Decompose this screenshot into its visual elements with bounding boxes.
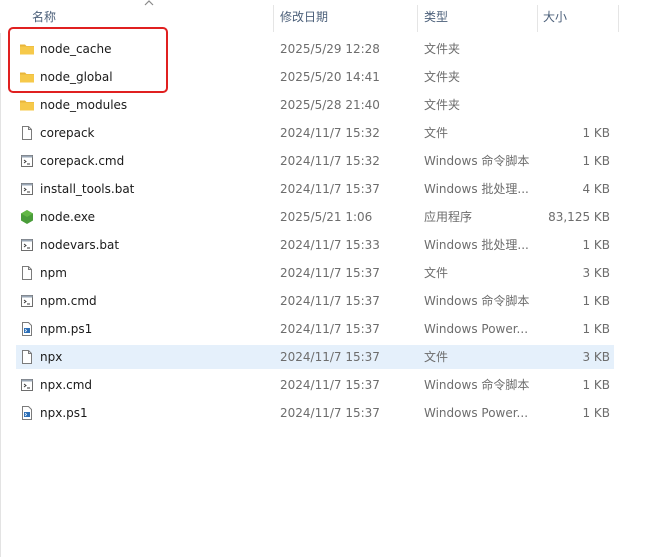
file-row[interactable]: npm.ps1 2024/11/7 15:37 Windows Power... 1 … — [16, 317, 614, 341]
file-type: Windows 命令脚本 — [424, 154, 530, 168]
file-modified-date: 2024/11/7 15:37 — [280, 266, 380, 280]
file-type: 文件 — [424, 126, 449, 140]
file-name: npx.cmd — [40, 378, 93, 392]
file-modified-date: 2024/11/7 15:33 — [280, 238, 380, 252]
file-name: npx — [40, 350, 63, 364]
file-row[interactable]: nodevars.bat 2024/11/7 15:33 Windows 批处理..… — [16, 233, 614, 257]
file-modified-date: 2024/11/7 15:32 — [280, 126, 380, 140]
file-name: npm.ps1 — [40, 322, 93, 336]
file-type: 文件 — [424, 350, 449, 364]
column-header-size[interactable]: 大小 — [538, 0, 618, 33]
file-size: 3 KB — [582, 266, 610, 280]
file-modified-date: 2024/11/7 15:37 — [280, 322, 380, 336]
file-modified-date: 2024/11/7 15:37 — [280, 406, 380, 420]
file-name: corepack — [40, 126, 95, 140]
powershell-icon — [19, 405, 35, 421]
file-size: 1 KB — [582, 294, 610, 308]
file-modified-date: 2025/5/21 1:06 — [280, 210, 373, 224]
file-row[interactable]: npm.cmd 2024/11/7 15:37 Windows 命令脚本 1 KB — [16, 289, 614, 313]
column-header-name[interactable]: 名称 — [1, 0, 272, 33]
file-row[interactable]: install_tools.bat 2024/11/7 15:37 Windows … — [16, 177, 614, 201]
script-icon — [19, 293, 35, 309]
column-divider[interactable] — [618, 5, 619, 32]
file-name: node_modules — [40, 98, 128, 112]
script-icon — [19, 153, 35, 169]
file-size: 1 KB — [582, 322, 610, 336]
file-type: Windows 批处理... — [424, 238, 529, 252]
file-type: 文件夹 — [424, 70, 461, 84]
file-modified-date: 2024/11/7 15:37 — [280, 350, 380, 364]
file-icon — [19, 125, 35, 141]
file-row[interactable]: node_cache 2025/5/29 12:28 文件夹 — [16, 37, 614, 61]
file-explorer-list-view: 名称 修改日期 类型 大小 node_cache 2025/5/29 12:28 文… — [0, 0, 647, 557]
file-size: 1 KB — [582, 238, 610, 252]
column-header-date[interactable]: 修改日期 — [274, 0, 416, 33]
file-modified-date: 2024/11/7 15:37 — [280, 378, 380, 392]
folder-icon — [19, 69, 35, 85]
file-type: 文件夹 — [424, 98, 461, 112]
file-type: Windows 批处理... — [424, 182, 529, 196]
file-size: 83,125 KB — [548, 210, 610, 224]
file-type: Windows 命令脚本 — [424, 378, 530, 392]
folder-icon — [19, 97, 35, 113]
column-header-bar: 名称 修改日期 类型 大小 — [0, 0, 647, 33]
file-row[interactable]: node_global 2025/5/20 14:41 文件夹 — [16, 65, 614, 89]
file-name: npm — [40, 266, 67, 280]
file-type: Windows 命令脚本 — [424, 294, 530, 308]
file-size: 4 KB — [582, 182, 610, 196]
file-type: 文件 — [424, 266, 449, 280]
file-modified-date: 2025/5/29 12:28 — [280, 42, 380, 56]
file-modified-date: 2025/5/28 21:40 — [280, 98, 380, 112]
file-type: Windows Power... — [424, 322, 529, 336]
left-border — [0, 0, 1, 557]
file-name: nodevars.bat — [40, 238, 120, 252]
file-row[interactable]: npx.ps1 2024/11/7 15:37 Windows Power... 1 … — [16, 401, 614, 425]
file-modified-date: 2025/5/20 14:41 — [280, 70, 380, 84]
file-name: node_cache — [40, 42, 112, 56]
file-size: 1 KB — [582, 378, 610, 392]
file-name: node.exe — [40, 210, 96, 224]
file-name: corepack.cmd — [40, 154, 125, 168]
file-type: Windows Power... — [424, 406, 529, 420]
file-size: 1 KB — [582, 154, 610, 168]
file-name: node_global — [40, 70, 113, 84]
file-size: 3 KB — [582, 350, 610, 364]
script-icon — [19, 181, 35, 197]
file-row[interactable]: npm 2024/11/7 15:37 文件 3 KB — [16, 261, 614, 285]
file-type: 文件夹 — [424, 42, 461, 56]
file-row[interactable]: npx.cmd 2024/11/7 15:37 Windows 命令脚本 1 KB — [16, 373, 614, 397]
file-name: install_tools.bat — [40, 182, 135, 196]
file-row[interactable]: corepack.cmd 2024/11/7 15:32 Windows 命令脚本 1… — [16, 149, 614, 173]
file-type: 应用程序 — [424, 210, 473, 224]
folder-icon — [19, 41, 35, 57]
file-name: npx.ps1 — [40, 406, 88, 420]
script-icon — [19, 377, 35, 393]
column-header-type[interactable]: 类型 — [418, 0, 536, 33]
file-row[interactable]: corepack 2024/11/7 15:32 文件 1 KB — [16, 121, 614, 145]
file-size: 1 KB — [582, 406, 610, 420]
powershell-icon — [19, 321, 35, 337]
nodejs-icon — [19, 209, 35, 225]
file-row[interactable]: node.exe 2025/5/21 1:06 应用程序 83,125 KB — [16, 205, 614, 229]
script-icon — [19, 237, 35, 253]
file-modified-date: 2024/11/7 15:32 — [280, 154, 380, 168]
file-row[interactable]: node_modules 2025/5/28 21:40 文件夹 — [16, 93, 614, 117]
file-icon — [19, 265, 35, 281]
file-row[interactable]: npx 2024/11/7 15:37 文件 3 KB — [16, 345, 614, 369]
file-modified-date: 2024/11/7 15:37 — [280, 294, 380, 308]
file-icon — [19, 349, 35, 365]
file-name: npm.cmd — [40, 294, 97, 308]
file-size: 1 KB — [582, 126, 610, 140]
file-modified-date: 2024/11/7 15:37 — [280, 182, 380, 196]
